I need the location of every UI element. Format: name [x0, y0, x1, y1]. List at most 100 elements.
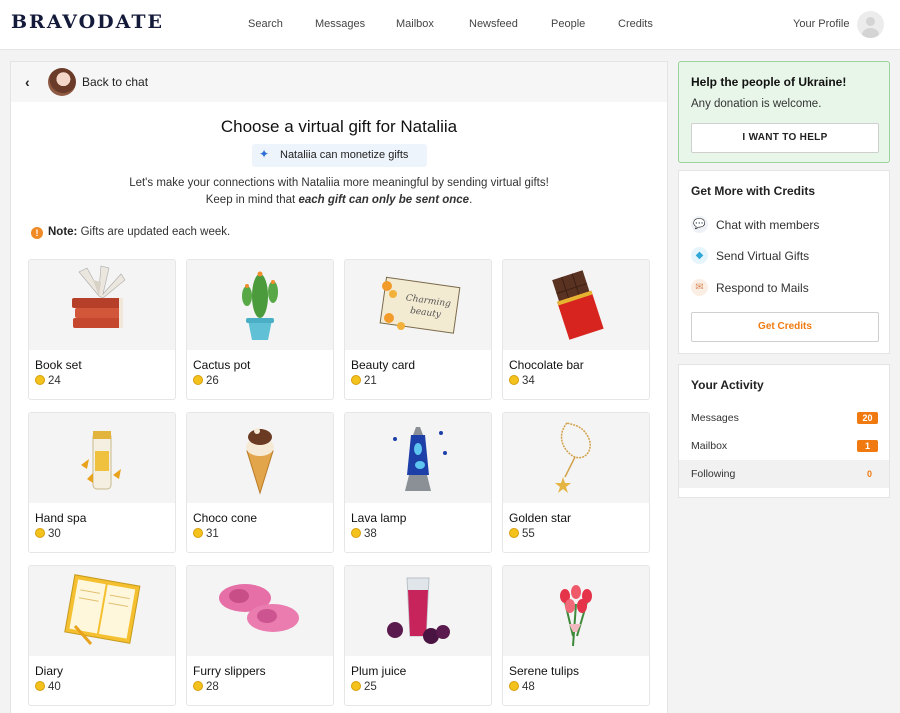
- gift-name: Beauty card: [351, 358, 416, 372]
- activity-row-messages[interactable]: Messages 20: [679, 404, 889, 432]
- activity-row-mailbox[interactable]: Mailbox 1: [679, 432, 889, 460]
- monetize-label: Nataliia can monetize gifts: [280, 149, 409, 161]
- gift-price: 21: [351, 375, 377, 387]
- gift-price: 34: [509, 375, 535, 387]
- coin-icon: [509, 528, 519, 538]
- i-want-to-help-button[interactable]: I WANT TO HELP: [691, 123, 879, 153]
- gift-price: 28: [193, 681, 219, 693]
- gift-card-chocolate-bar[interactable]: Chocolate bar 34: [502, 259, 650, 400]
- gift-name: Cactus pot: [193, 358, 251, 372]
- gift-card-golden-star[interactable]: Golden star 55: [502, 412, 650, 553]
- gift-price: 40: [35, 681, 61, 693]
- gift-name: Serene tulips: [509, 664, 580, 678]
- nav-search[interactable]: Search: [248, 18, 283, 30]
- furry-slippers-image: [187, 566, 333, 656]
- nav-messages[interactable]: Messages: [315, 18, 365, 30]
- gift-name: Choco cone: [193, 511, 258, 525]
- gift-name: Diary: [35, 664, 64, 678]
- gift-card-serene-tulips[interactable]: Serene tulips 48: [502, 565, 650, 706]
- lava-lamp-image: [345, 413, 491, 503]
- your-activity-panel: Your Activity Messages 20 Mailbox 1 Foll…: [678, 364, 890, 498]
- your-profile-link[interactable]: Your Profile: [793, 18, 849, 30]
- gift-card-hand-spa[interactable]: Hand spa 30: [28, 412, 176, 553]
- coin-icon: [509, 375, 519, 385]
- cactus-pot-image: [187, 260, 333, 350]
- gift-price: 26: [193, 375, 219, 387]
- note-label: Note:: [48, 226, 78, 238]
- gift-card-furry-slippers[interactable]: Furry slippers 28: [186, 565, 334, 706]
- plum-juice-image: [345, 566, 491, 656]
- credits-panel-title: Get More with Credits: [691, 184, 816, 198]
- count-badge: 20: [857, 412, 878, 424]
- gift-name: Furry slippers: [193, 664, 266, 678]
- book-set-image: [29, 260, 175, 350]
- gift-name: Hand spa: [35, 511, 87, 525]
- chevron-left-icon[interactable]: ‹: [25, 74, 30, 90]
- nav-newsfeed[interactable]: Newsfeed: [469, 18, 518, 30]
- hand-spa-image: [29, 413, 175, 503]
- get-more-credits-panel: Get More with Credits 💬 Chat with member…: [678, 170, 890, 354]
- coin-icon: [193, 528, 203, 538]
- nav-people[interactable]: People: [551, 18, 585, 30]
- coin-icon: [351, 681, 361, 691]
- gift-price: 24: [35, 375, 61, 387]
- nav-mailbox[interactable]: Mailbox: [396, 18, 434, 30]
- gift-card-book-set[interactable]: Book set 24: [28, 259, 176, 400]
- count-badge: 0: [866, 469, 872, 479]
- info-icon: !: [31, 227, 43, 239]
- diary-image: [29, 566, 175, 656]
- bravodate-logo[interactable]: BRAVODATE: [11, 11, 164, 33]
- gift-price: 38: [351, 528, 377, 540]
- get-credits-button[interactable]: Get Credits: [691, 312, 879, 342]
- beauty-card-image: Charming beauty: [345, 260, 491, 350]
- chat-icon: 💬: [691, 216, 708, 233]
- diamond-icon: ◆: [691, 247, 708, 264]
- coin-icon: [509, 681, 519, 691]
- help-ukraine-panel: Help the people of Ukraine! Any donation…: [678, 61, 890, 163]
- nav-credits[interactable]: Credits: [618, 18, 653, 30]
- gift-card-plum-juice[interactable]: Plum juice 25: [344, 565, 492, 706]
- back-to-chat-bar[interactable]: ‹ Back to chat: [11, 62, 667, 102]
- gift-card-lava-lamp[interactable]: Lava lamp 38: [344, 412, 492, 553]
- coin-icon: [35, 375, 45, 385]
- gift-price: 48: [509, 681, 535, 693]
- coin-icon: [35, 528, 45, 538]
- back-to-chat-label[interactable]: Back to chat: [82, 75, 148, 89]
- gift-card-choco-cone[interactable]: Choco cone 31: [186, 412, 334, 553]
- monetize-badge: ✦ Nataliia can monetize gifts: [252, 144, 427, 167]
- activity-row-following[interactable]: Following 0: [679, 460, 889, 488]
- serene-tulips-image: [503, 566, 649, 656]
- help-subtitle: Any donation is welcome.: [691, 98, 822, 110]
- gift-card-diary[interactable]: Diary 40: [28, 565, 176, 706]
- envelope-icon: ✉: [691, 279, 708, 296]
- profile-avatar[interactable]: [857, 11, 884, 38]
- note-text: Gifts are updated each week.: [77, 226, 231, 238]
- golden-star-image: [503, 413, 649, 503]
- gift-selection-panel: ‹ Back to chat Choose a virtual gift for…: [10, 61, 668, 713]
- activity-title: Your Activity: [691, 378, 764, 392]
- gift-price: 25: [351, 681, 377, 693]
- gift-name: Plum juice: [351, 664, 407, 678]
- coin-icon: [351, 528, 361, 538]
- gift-name: Book set: [35, 358, 82, 372]
- gift-price: 55: [509, 528, 535, 540]
- gift-name: Lava lamp: [351, 511, 407, 525]
- help-title: Help the people of Ukraine!: [691, 75, 847, 89]
- intro-emphasis: each gift can only be sent once: [298, 194, 470, 206]
- top-navigation-bar: BRAVODATE Search Messages Mailbox Newsfe…: [0, 0, 900, 50]
- gift-card-cactus-pot[interactable]: Cactus pot 26: [186, 259, 334, 400]
- coin-icon: [35, 681, 45, 691]
- coin-icon: [351, 375, 361, 385]
- count-badge: 1: [857, 440, 878, 452]
- coin-icon: [193, 681, 203, 691]
- chocolate-bar-image: [503, 260, 649, 350]
- sparkle-icon: ✦: [259, 147, 270, 161]
- gift-price: 31: [193, 528, 219, 540]
- gift-name: Chocolate bar: [509, 358, 584, 372]
- gift-price: 30: [35, 528, 61, 540]
- page-title: Choose a virtual gift for Nataliia: [220, 117, 458, 136]
- coin-icon: [193, 375, 203, 385]
- intro-text: Let's make your connections with Natalii…: [129, 177, 549, 206]
- gift-card-beauty-card[interactable]: Charming beauty Beauty card 21: [344, 259, 492, 400]
- gift-name: Golden star: [509, 511, 572, 525]
